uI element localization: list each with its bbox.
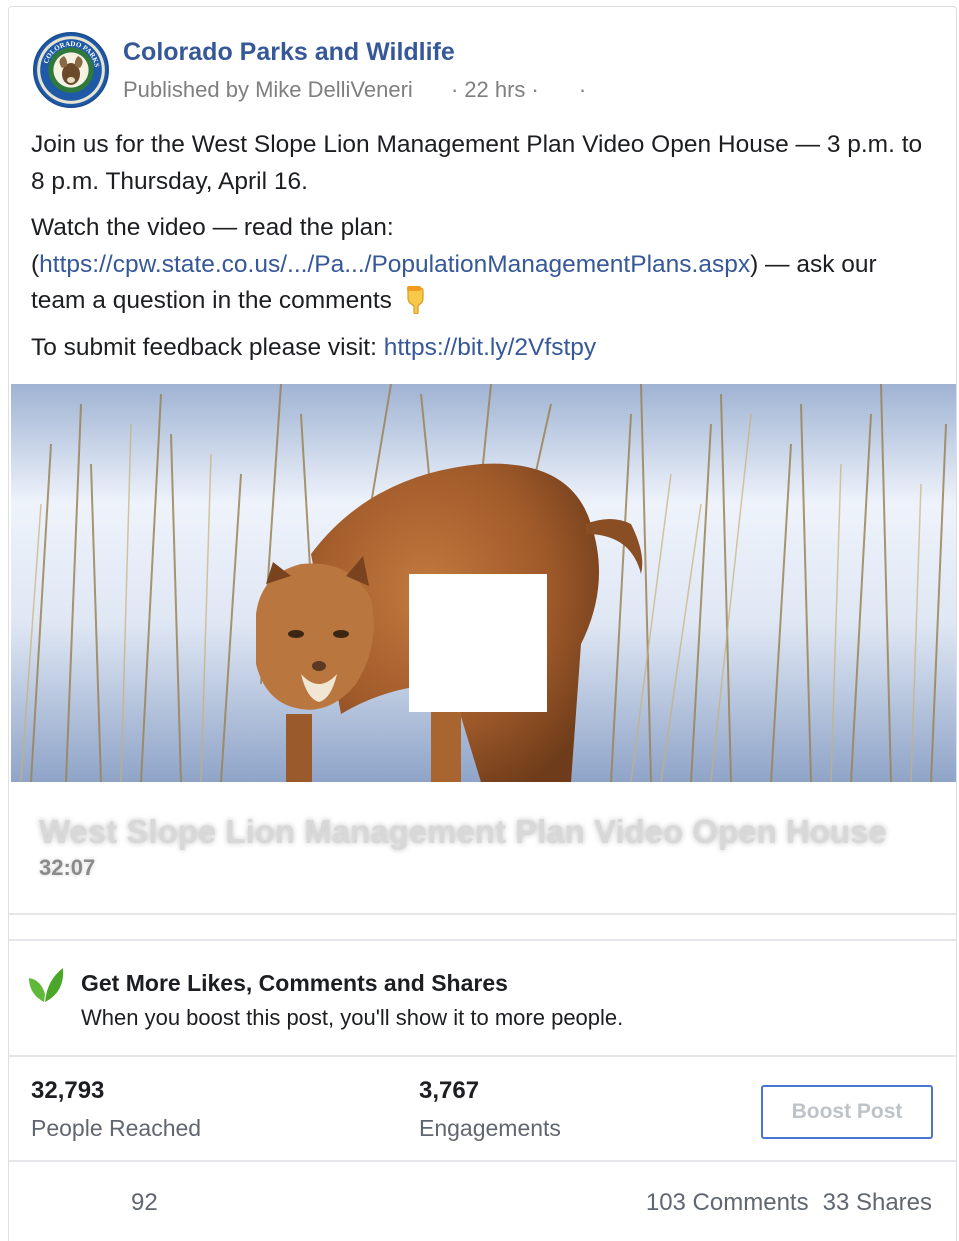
video-duration: 32:07	[39, 855, 96, 880]
meta-dot-separator: ·	[531, 77, 539, 102]
page-avatar[interactable]: COLORADO PARKS & WILDLIFE	[33, 32, 109, 108]
meta-dot-separator: ·	[450, 77, 459, 102]
shares-count-link[interactable]: 33 Shares	[823, 1189, 932, 1216]
audience-icon[interactable]: ·	[579, 77, 586, 102]
post-insights: 32,793 People Reached 3,767 Engagements …	[9, 1057, 956, 1161]
engagements-stat[interactable]: 3,767 Engagements	[419, 1077, 561, 1142]
boost-post-button[interactable]: Boost Post	[761, 1085, 933, 1139]
ram-logo-icon: COLORADO PARKS & WILDLIFE	[35, 34, 101, 85]
post-meta: Published by Mike DelliVeneri · 22 hrs · ·	[123, 77, 592, 103]
people-reached-value: 32,793	[31, 1077, 105, 1104]
comments-count-link[interactable]: 103 Comments	[646, 1189, 809, 1216]
plan-link[interactable]: https://cpw.state.co.us/.../Pa.../Popula…	[39, 251, 750, 278]
post-text: Join us for the West Slope Lion Manageme…	[31, 127, 936, 376]
reactions-bar: 92 103 Comments 33 Shares	[9, 1163, 956, 1241]
page-name-link[interactable]: Colorado Parks and Wildlife	[123, 38, 455, 67]
post-card: COLORADO PARKS & WILDLIFE Colorado Parks…	[8, 6, 957, 1241]
reaction-count[interactable]: 92	[131, 1189, 158, 1217]
play-button-icon	[409, 574, 547, 712]
post-paragraph-intro: Join us for the West Slope Lion Manageme…	[31, 131, 923, 195]
pointing-down-emoji-icon	[406, 286, 424, 314]
post-timestamp[interactable]: 22 hrs	[464, 77, 525, 102]
post-paragraph-feedback: To submit feedback please visit: https:/…	[31, 333, 597, 361]
engagements-label: Engagements	[419, 1115, 561, 1141]
promo-title: Get More Likes, Comments and Shares	[81, 970, 508, 996]
video-thumbnail	[11, 384, 956, 782]
video-title[interactable]: West Slope Lion Management Plan Video Op…	[39, 813, 919, 851]
engagements-value: 3,767	[419, 1077, 480, 1104]
comments-shares: 103 Comments 33 Shares	[646, 1189, 932, 1217]
section-divider	[9, 939, 956, 941]
video-info: West Slope Lion Management Plan Video Op…	[39, 813, 919, 881]
video-player[interactable]	[11, 384, 956, 782]
people-reached-stat[interactable]: 32,793 People Reached	[31, 1077, 201, 1142]
published-by: Published by Mike DelliVeneri	[123, 77, 413, 102]
section-divider	[9, 913, 956, 915]
boost-promo: Get More Likes, Comments and Shares When…	[9, 942, 956, 1057]
feedback-link[interactable]: https://bit.ly/2Vfstpy	[384, 334, 596, 361]
post-header: COLORADO PARKS & WILDLIFE Colorado Parks…	[29, 27, 929, 117]
people-reached-label: People Reached	[31, 1115, 202, 1141]
post-paragraph-watch: Watch the video — read the plan: (https:…	[31, 214, 877, 314]
promo-subtitle: When you boost this post, you'll show it…	[81, 1005, 624, 1030]
section-divider	[9, 1160, 956, 1162]
leaf-icon	[29, 968, 64, 1002]
